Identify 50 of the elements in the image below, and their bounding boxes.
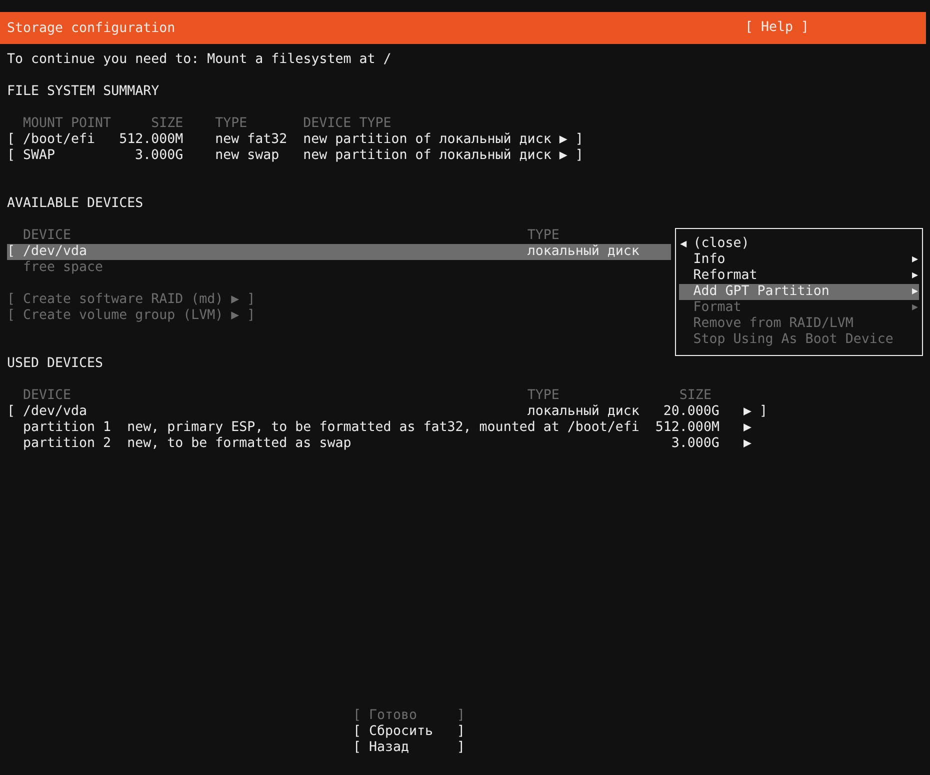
arrow-icon[interactable]: ▶ [743, 404, 752, 420]
type-cell-text: new swap [215, 148, 280, 164]
column-header: DEVICE [23, 388, 72, 404]
device-type-cell: new partition of локальный диск [303, 148, 552, 163]
section-title: FILE SYSTEM SUMMARY [7, 84, 160, 100]
column-header: TYPE [215, 116, 248, 132]
mount-point-cell[interactable]: SWAP [23, 148, 120, 164]
column-header: MOUNT POINT [23, 116, 112, 132]
device-cell-text: free space [23, 260, 104, 276]
size-cell-text: 3.000G [670, 436, 720, 452]
bracket: ] [575, 148, 584, 163]
action-button[interactable]: [ Сбросить ] [353, 724, 466, 740]
description-cell-text: new, primary ESP, to be formatted as fat32, mounted at /boot/efi [127, 420, 640, 436]
mount-point-cell[interactable]: /boot/efi [23, 132, 120, 148]
partition-cell[interactable]: partition 2 [23, 436, 128, 452]
bracket: [ [7, 404, 16, 420]
arrow-icon[interactable]: ▶ [559, 148, 568, 163]
size-cell: 512.000M [119, 132, 184, 148]
size-cell-text: 512.000M [654, 420, 720, 436]
size-cell-text: 20.000G [662, 404, 720, 420]
device-row[interactable]: [ /dev/vda локальный диск [7, 244, 672, 260]
column-header: TYPE [527, 388, 560, 404]
type-cell: локальный диск [527, 244, 640, 259]
menu-item[interactable]: ◀ (close) [679, 236, 919, 252]
bracket: ] [759, 404, 768, 420]
column-header: TYPE [527, 228, 560, 244]
description-cell-text: new, to be formatted as swap [127, 436, 352, 452]
size-cell-text: 3.000G [134, 148, 184, 164]
arrow-icon[interactable]: ▶ [743, 436, 752, 452]
arrow-icon[interactable]: ▶ [559, 132, 568, 147]
column-header: SIZE [150, 116, 184, 132]
column-header: SIZE [679, 388, 712, 404]
screen-title: Storage configuration [7, 20, 176, 36]
column-header: DEVICE [23, 228, 72, 244]
device-cell-text: /dev/vda [23, 244, 88, 260]
action-button[interactable]: [ Назад ] [353, 740, 466, 756]
partition-cell[interactable]: partition 1 [23, 420, 128, 436]
section-title: AVAILABLE DEVICES [7, 196, 144, 212]
type-cell: локальный диск [527, 404, 640, 420]
bracket: [ [7, 244, 16, 259]
menu-item[interactable]: Add GPT Partition ▶ [679, 284, 919, 300]
bracket: ] [575, 132, 584, 147]
instruction-text: To continue you need to: Mount a filesystem at / [7, 52, 392, 68]
type-cell-text: new fat32 [215, 132, 288, 148]
column-header: DEVICE TYPE [303, 116, 392, 132]
bracket: [ [7, 132, 16, 148]
device-cell[interactable]: /dev/vda [23, 404, 528, 420]
section-title: USED DEVICES [7, 356, 104, 372]
bracket: [ [7, 148, 16, 164]
device-type-cell: new partition of локальный диск [303, 132, 552, 147]
